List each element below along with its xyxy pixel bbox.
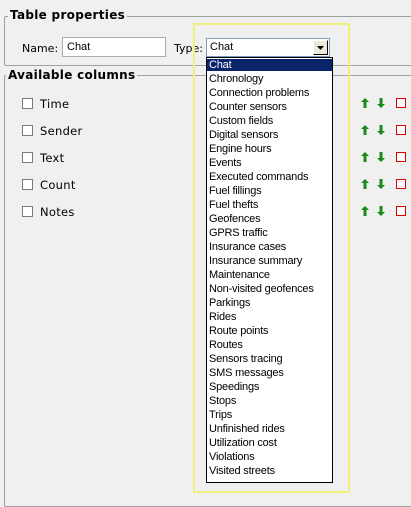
available-columns-legend: Available columns [6, 68, 138, 82]
move-up-icon[interactable] [361, 206, 369, 216]
remove-column-icon[interactable] [396, 125, 406, 135]
column-checkbox[interactable] [22, 152, 33, 163]
move-down-icon[interactable] [377, 152, 385, 162]
move-down-icon[interactable] [377, 206, 385, 216]
table-properties-legend: Table properties [8, 8, 128, 22]
column-checkbox[interactable] [22, 98, 33, 109]
move-down-icon[interactable] [377, 179, 385, 189]
move-up-icon[interactable] [361, 179, 369, 189]
move-down-icon[interactable] [377, 125, 385, 135]
column-checkbox[interactable] [22, 179, 33, 190]
column-label: Sender [40, 124, 83, 138]
remove-column-icon[interactable] [396, 152, 406, 162]
column-label: Count [40, 178, 76, 192]
column-label: Notes [40, 205, 75, 219]
move-up-icon[interactable] [361, 98, 369, 108]
name-label: Name: [22, 42, 59, 55]
remove-column-icon[interactable] [396, 179, 406, 189]
highlight-frame [193, 23, 350, 493]
move-down-icon[interactable] [377, 98, 385, 108]
column-label: Time [40, 97, 70, 111]
move-up-icon[interactable] [361, 152, 369, 162]
column-checkbox[interactable] [22, 206, 33, 217]
name-input[interactable] [62, 37, 166, 57]
column-checkbox[interactable] [22, 125, 33, 136]
remove-column-icon[interactable] [396, 98, 406, 108]
column-label: Text [40, 151, 65, 165]
move-up-icon[interactable] [361, 125, 369, 135]
remove-column-icon[interactable] [396, 206, 406, 216]
